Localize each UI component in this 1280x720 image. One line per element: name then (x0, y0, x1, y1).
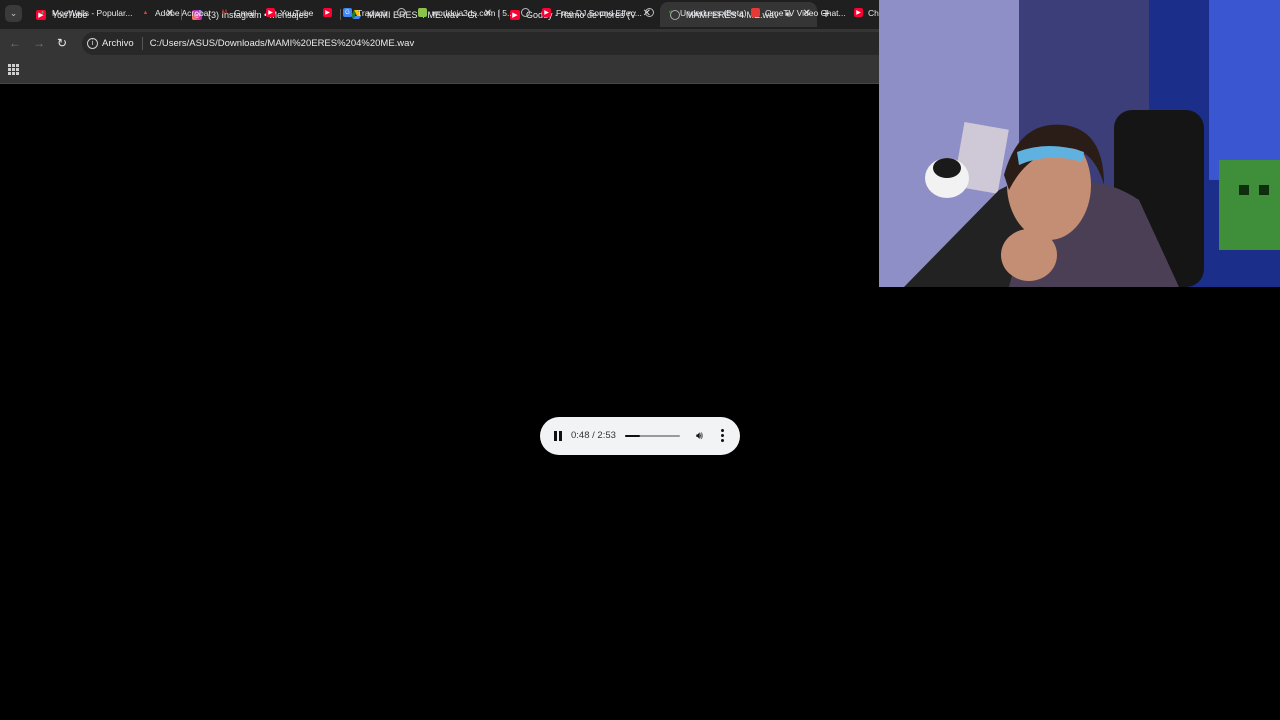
webcam-overlay (879, 0, 1280, 287)
chevron-down-icon: ⌄ (9, 8, 18, 18)
youtube-icon: ▶ (854, 8, 863, 17)
worldcia-icon (418, 8, 427, 17)
bookmark-underless[interactable]: < UnderLess (Beta) (666, 6, 747, 19)
bookmark-label: Adobe Acrobat (155, 7, 211, 18)
volume-icon: 🔊︎ (696, 430, 703, 442)
url-text: C:/Users/ASUS/Downloads/MAMI%20ERES%204%… (149, 38, 415, 49)
bookmark-label: worldcia3ds.com | 5... (432, 7, 515, 18)
bookmark-globe-2[interactable] (521, 6, 535, 19)
seek-slider[interactable] (625, 435, 680, 437)
bookmark-worldcia3ds[interactable]: worldcia3ds.com | 5... (418, 6, 514, 19)
bookmark-label: UnderLess (Beta) (680, 7, 747, 18)
youtube-icon: ▶ (266, 8, 275, 17)
volume-button[interactable]: 🔊︎ (696, 430, 703, 442)
youtube-icon: ▶ (542, 8, 551, 17)
apps-icon[interactable] (8, 64, 19, 75)
reload-button[interactable]: ↻ (57, 36, 67, 50)
bookmark-label: Gmail (234, 7, 257, 18)
webcam-image (879, 0, 1280, 287)
globe-icon (521, 8, 530, 17)
toolbar: ← → ↻ i Archivo C:/Users/ASUS/Downloads/… (0, 29, 880, 58)
globe-icon (645, 8, 654, 17)
tab-search-button[interactable]: ⌄ (5, 5, 22, 22)
ometv-icon (751, 8, 760, 17)
acrobat-icon: ▲ (142, 9, 149, 16)
arrow-right-icon: → (33, 36, 45, 50)
bookmark-ometv[interactable]: OmeTV Video Chat... (751, 6, 846, 19)
bookmark-label: Free DJ Sound Effec... (556, 7, 642, 18)
bookmark-youtube-2[interactable]: ▶ (323, 6, 337, 19)
bookmark-label: Traducir (357, 7, 388, 18)
gmail-icon: M (222, 9, 227, 16)
bookmark-label: YouTube (280, 7, 314, 18)
bookmark-label: MoeWalls - Popular... (52, 7, 133, 18)
bookmark-gmail[interactable]: M Gmail (220, 6, 256, 19)
time-display: 0:48 / 2:53 (571, 430, 616, 441)
bookmark-youtube[interactable]: ▶ YouTube (266, 6, 313, 19)
bookmark-free-dj-sound[interactable]: ▶ Free DJ Sound Effec... (542, 6, 642, 19)
more-vertical-icon (720, 429, 724, 442)
forward-button[interactable]: → (33, 36, 45, 50)
arrow-left-icon: ← (9, 36, 21, 50)
site-info-label: Archivo (102, 38, 134, 49)
bookmark-moewalls[interactable]: ♦ MoeWalls - Popular... (38, 6, 133, 19)
back-button[interactable]: ← (9, 36, 21, 50)
site-info-chip[interactable]: i Archivo (87, 37, 143, 50)
bookmarks-bar (0, 58, 880, 84)
underless-icon: < (668, 9, 673, 16)
moewalls-icon: ♦ (40, 9, 45, 16)
more-options-button[interactable] (720, 428, 724, 444)
info-icon: i (87, 38, 98, 49)
bookmark-traducir[interactable]: G Traducir (343, 6, 388, 19)
bookmark-globe-1[interactable] (397, 6, 411, 19)
globe-icon (397, 8, 406, 17)
audio-player: 0:48 / 2:53 🔊︎ (540, 417, 740, 455)
reload-icon: ↻ (57, 36, 68, 50)
translate-icon: G (343, 8, 352, 17)
seek-progress (625, 435, 641, 437)
youtube-icon: ▶ (323, 8, 332, 17)
bookmark-label: OmeTV Video Chat... (765, 7, 846, 18)
bookmark-globe-3[interactable] (645, 6, 659, 19)
address-bar[interactable]: i Archivo C:/Users/ASUS/Downloads/MAMI%2… (82, 32, 880, 55)
pause-button[interactable] (554, 431, 562, 441)
browser-chrome: ⌄ ▶ YouTube ✕ ◎ (3) Instagram • Mensajes… (0, 0, 884, 86)
bookmark-adobe-acrobat[interactable]: ▲ Adobe Acrobat (141, 6, 211, 19)
